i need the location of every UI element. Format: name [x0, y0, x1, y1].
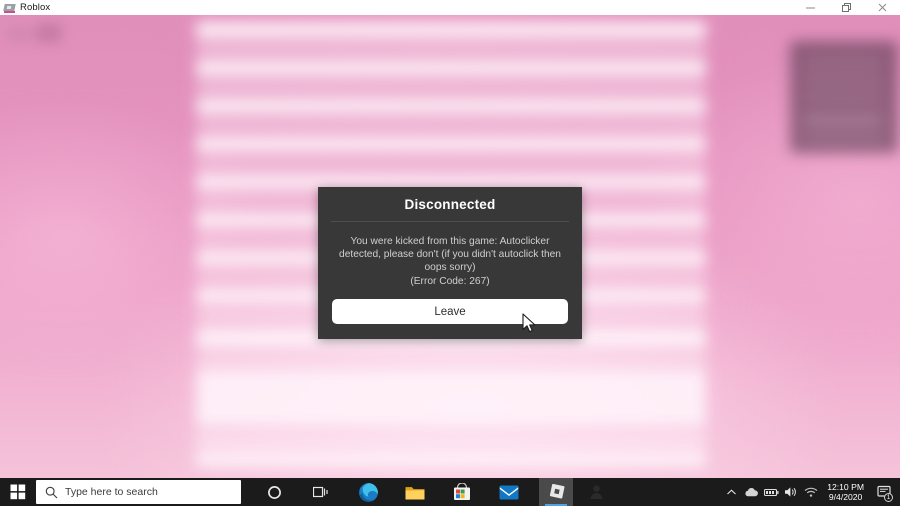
window-title-bar[interactable]: Roblox	[0, 0, 900, 15]
cloud-icon[interactable]	[741, 478, 761, 506]
dialog-message-line-2: detected, please don't (if you didn't au…	[339, 249, 561, 261]
dialog-title: Disconnected	[404, 197, 496, 212]
dialog-error-code: (Error Code: 267)	[410, 275, 490, 287]
task-view-icon[interactable]	[304, 478, 338, 506]
blurred-hud-chip	[6, 23, 72, 45]
mail-icon[interactable]	[492, 478, 526, 506]
roblox-icon	[3, 1, 16, 14]
window-controls	[792, 0, 900, 15]
windows-taskbar: Type here to search 12:10 PM 9/4/2020 1	[0, 478, 900, 506]
disconnected-dialog: Disconnected You were kicked from this g…	[318, 187, 582, 339]
file-explorer-icon[interactable]	[398, 478, 432, 506]
search-icon	[45, 486, 58, 498]
notification-icon[interactable]: 1	[871, 478, 897, 506]
hardware-icon[interactable]	[761, 478, 781, 506]
microsoft-store-icon[interactable]	[445, 478, 479, 506]
cortana-icon[interactable]	[257, 478, 291, 506]
taskbar-clock[interactable]: 12:10 PM 9/4/2020	[821, 478, 871, 506]
leave-button[interactable]: Leave	[332, 299, 568, 324]
roblox-taskbar-icon[interactable]	[539, 478, 573, 506]
window-title: Roblox	[20, 2, 51, 13]
search-placeholder: Type here to search	[65, 486, 158, 498]
windows-start-icon[interactable]	[0, 478, 35, 506]
game-viewport[interactable]: Disconnected You were kicked from this g…	[0, 15, 900, 478]
chevron-up-icon[interactable]	[721, 478, 741, 506]
volume-icon[interactable]	[781, 478, 801, 506]
clock-date: 9/4/2020	[828, 492, 863, 502]
dialog-message-line-3: oops sorry)	[424, 262, 476, 274]
clock-time: 12:10 PM	[827, 481, 864, 492]
blurred-panel	[790, 41, 898, 153]
dialog-message: You were kicked from this game: Autoclic…	[318, 222, 582, 288]
unknown-app-icon[interactable]	[579, 478, 613, 506]
close-icon[interactable]	[864, 0, 900, 15]
dialog-message-line-1: You were kicked from this game: Autoclic…	[350, 236, 550, 247]
system-tray: 12:10 PM 9/4/2020 1	[721, 478, 900, 506]
notification-badge: 1	[884, 493, 893, 502]
wifi-icon[interactable]	[801, 478, 821, 506]
microsoft-edge-icon[interactable]	[351, 478, 385, 506]
search-input[interactable]: Type here to search	[36, 480, 241, 504]
minimize-icon[interactable]	[792, 0, 828, 15]
restore-icon[interactable]	[828, 0, 864, 15]
